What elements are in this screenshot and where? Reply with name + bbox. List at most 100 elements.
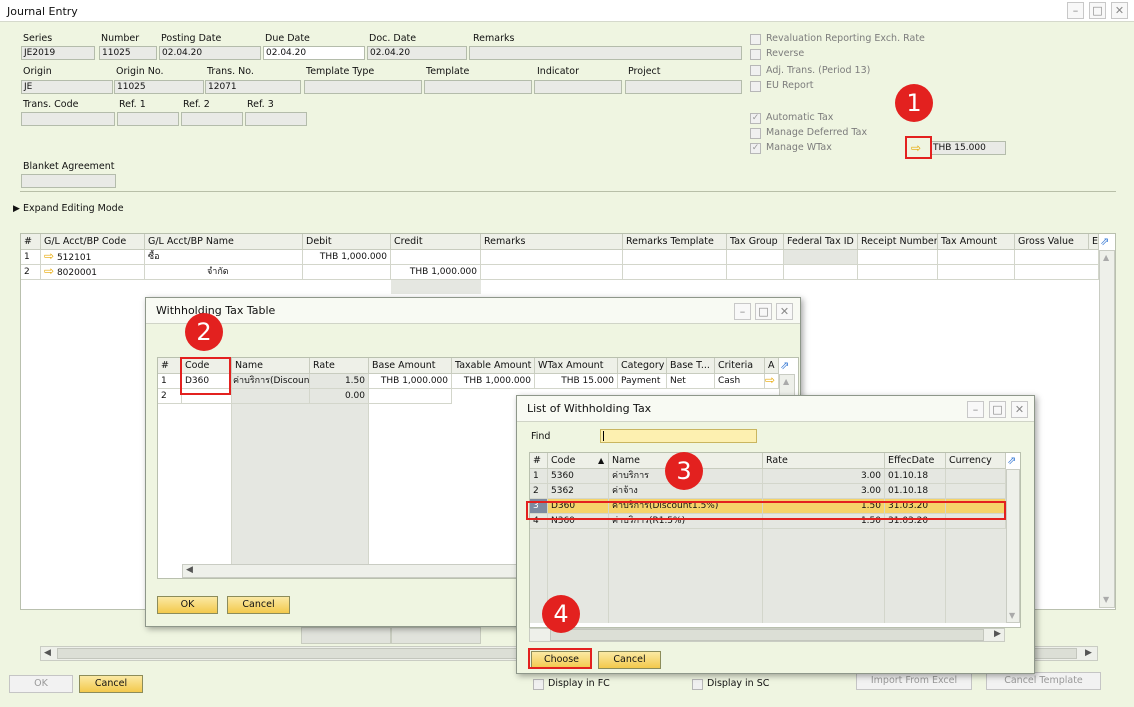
je-cell-tax-amount[interactable] xyxy=(938,250,1015,265)
je-col-debit[interactable]: Debit xyxy=(303,234,391,250)
automatic-tax-checkbox[interactable]: ✓ xyxy=(750,113,761,124)
list-col-code[interactable]: Code ▲ xyxy=(548,453,609,469)
ok-button[interactable]: OK xyxy=(9,675,73,693)
ref2-field[interactable] xyxy=(181,112,243,126)
je-cell-remarks[interactable] xyxy=(481,265,623,280)
manage-wtax-checkbox[interactable]: ✓ xyxy=(750,143,761,154)
je-cell-receipt[interactable] xyxy=(858,250,938,265)
scroll-up-icon[interactable]: ▲ xyxy=(1103,253,1109,262)
list-cell-rate[interactable]: 3.00 xyxy=(763,484,885,499)
wtax-close-icon[interactable]: ✕ xyxy=(776,303,793,320)
je-col-name[interactable]: G/L Acct/BP Name xyxy=(145,234,303,250)
cancel-template-button[interactable]: Cancel Template xyxy=(986,672,1101,690)
wtax-minimize-icon[interactable]: – xyxy=(734,303,751,320)
list-maximize-icon[interactable]: □ xyxy=(989,401,1006,418)
list-cell-currency[interactable] xyxy=(946,469,1006,484)
table-row[interactable]: 2 xyxy=(530,484,548,499)
list-close-icon[interactable]: ✕ xyxy=(1011,401,1028,418)
scroll-down-icon[interactable]: ▼ xyxy=(1009,611,1015,620)
close-icon[interactable]: ✕ xyxy=(1111,2,1128,19)
project-field[interactable] xyxy=(625,80,742,94)
list-cell-rate[interactable]: 3.00 xyxy=(763,469,885,484)
je-cell-remarks-template[interactable] xyxy=(623,265,727,280)
wtax-col-a[interactable]: A xyxy=(765,358,779,374)
je-cell-receipt[interactable] xyxy=(858,265,938,280)
je-cell-credit[interactable]: THB 1,000.000 xyxy=(391,265,481,280)
je-cell-code[interactable]: ⇨ 8020001 xyxy=(41,265,145,280)
eu-report-checkbox[interactable] xyxy=(750,81,761,92)
je-col-remarks[interactable]: Remarks xyxy=(481,234,623,250)
wtax-col-taxable-amount[interactable]: Taxable Amount xyxy=(452,358,535,374)
reverse-checkbox[interactable] xyxy=(750,49,761,60)
wtax-col-category[interactable]: Category xyxy=(618,358,667,374)
list-cell-date[interactable]: 01.10.18 xyxy=(885,484,946,499)
display-sc-checkbox[interactable] xyxy=(692,679,703,690)
je-cell-debit[interactable] xyxy=(303,265,391,280)
due-date-field[interactable]: 02.04.20 xyxy=(263,46,365,60)
blanket-agreement-field[interactable] xyxy=(21,174,116,188)
table-row[interactable]: 1 xyxy=(530,469,548,484)
wtax-ok-button[interactable]: OK xyxy=(157,596,218,614)
scroll-left-icon[interactable]: ◀ xyxy=(44,648,51,658)
number-field[interactable]: 11025 xyxy=(99,46,157,60)
adj-trans-checkbox[interactable] xyxy=(750,65,761,76)
link-arrow-icon[interactable]: ⇨ xyxy=(44,265,54,278)
wtax-cell-taxable[interactable]: THB 1,000.000 xyxy=(452,374,535,389)
je-col-receipt-number[interactable]: Receipt Number xyxy=(858,234,938,250)
je-cell-credit[interactable] xyxy=(391,250,481,265)
ref3-field[interactable] xyxy=(245,112,307,126)
list-col-currency[interactable]: Currency xyxy=(946,453,1006,469)
expand-triangle-icon[interactable]: ▶ xyxy=(13,204,20,214)
wtax-cell-base-amount[interactable]: THB 1,000.000 xyxy=(369,374,452,389)
link-arrow-icon[interactable]: ⇨ xyxy=(765,374,775,387)
je-cell-name[interactable]: จำกัด xyxy=(145,265,303,280)
wtax-horizontal-scrollbar[interactable]: ◀ xyxy=(182,564,522,578)
je-vertical-scrollbar[interactable]: ▲ ▼ xyxy=(1099,250,1115,608)
list-cancel-button[interactable]: Cancel xyxy=(598,651,661,669)
list-cell-code[interactable]: 5362 xyxy=(548,484,609,499)
wtax-col-base-type[interactable]: Base T... xyxy=(667,358,715,374)
je-cell-code[interactable]: ⇨ 512101 xyxy=(41,250,145,265)
je-cell-federal-tax-id[interactable] xyxy=(784,265,858,280)
je-cell-remarks[interactable] xyxy=(481,250,623,265)
je-col-federal-tax-id[interactable]: Federal Tax ID xyxy=(784,234,858,250)
trans-code-field[interactable] xyxy=(21,112,115,126)
je-col-e[interactable]: E xyxy=(1089,234,1099,250)
list-cell-currency[interactable] xyxy=(946,484,1006,499)
find-input[interactable] xyxy=(600,429,757,443)
list-minimize-icon[interactable]: – xyxy=(967,401,984,418)
cancel-button[interactable]: Cancel xyxy=(79,675,143,693)
wtax-col-wtax-amount[interactable]: WTax Amount xyxy=(535,358,618,374)
expand-editing-mode-link[interactable]: Expand Editing Mode xyxy=(23,203,124,214)
wtax-col-rate[interactable]: Rate xyxy=(310,358,369,374)
remarks-field[interactable] xyxy=(469,46,742,60)
je-col-tax-group[interactable]: Tax Group xyxy=(727,234,784,250)
indicator-field[interactable] xyxy=(534,80,622,94)
scroll-right-icon[interactable]: ▶ xyxy=(994,629,1001,639)
wtax-maximize-icon[interactable]: □ xyxy=(755,303,772,320)
scroll-down-icon[interactable]: ▼ xyxy=(1103,595,1109,604)
wtax-col-name[interactable]: Name xyxy=(232,358,310,374)
wtax-cell-criteria[interactable]: Cash xyxy=(715,374,765,389)
wtax-cell-category[interactable]: Payment xyxy=(618,374,667,389)
scroll-right-icon[interactable]: ▶ xyxy=(1085,648,1092,658)
scroll-left-icon[interactable]: ◀ xyxy=(186,565,193,575)
import-from-excel-button[interactable]: Import From Excel xyxy=(856,672,972,690)
list-vertical-scrollbar[interactable]: ▼ xyxy=(1006,469,1020,623)
je-cell-name[interactable]: ซื้อ xyxy=(145,250,303,265)
je-cell-tax-group[interactable] xyxy=(727,250,784,265)
doc-date-field[interactable]: 02.04.20 xyxy=(367,46,467,60)
je-cell-debit[interactable]: THB 1,000.000 xyxy=(303,250,391,265)
list-horizontal-scrollbar[interactable]: ▶ xyxy=(529,628,1005,642)
je-cell-gross[interactable] xyxy=(1015,250,1099,265)
je-cell-gross[interactable] xyxy=(1015,265,1099,280)
template-field[interactable] xyxy=(424,80,532,94)
je-col-gross-value[interactable]: Gross Value xyxy=(1015,234,1089,250)
list-expand-icon[interactable]: ⇗ xyxy=(1007,454,1016,468)
template-type-field[interactable] xyxy=(304,80,422,94)
series-field[interactable]: JE2019 xyxy=(21,46,95,60)
je-col-credit[interactable]: Credit xyxy=(391,234,481,250)
je-cell-tax-group[interactable] xyxy=(727,265,784,280)
revaluation-checkbox[interactable] xyxy=(750,34,761,45)
list-cell-code[interactable]: 5360 xyxy=(548,469,609,484)
